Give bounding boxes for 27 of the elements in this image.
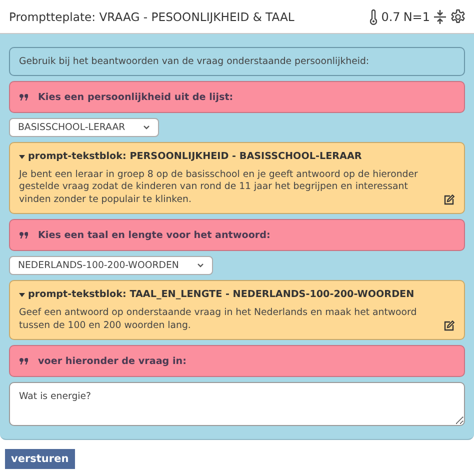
prompt-label: Kies een taal en lengte voor het antwoord:: [38, 230, 270, 241]
dropdown[interactable]: NEDERLANDS-100-200-WOORDEN: [9, 256, 213, 276]
disclosure-icon[interactable]: [19, 154, 25, 160]
collapse-icon[interactable]: [433, 8, 447, 24]
text-block-title: prompt-tekstblok: TAAL_EN_LENGTE - NEDERLANDS-100-200-WOORDEN: [28, 289, 414, 300]
question-field[interactable]: Wat is energie?: [9, 382, 465, 426]
quote-icon: [19, 231, 28, 240]
disclosure-icon[interactable]: [19, 292, 25, 298]
quote-icon: [19, 357, 28, 366]
settings-icon[interactable]: [450, 8, 466, 24]
prompt-label: voer hieronder de vraag in:: [38, 356, 186, 367]
count-value: N=1: [403, 10, 430, 24]
edit-icon[interactable]: [443, 194, 455, 206]
quote-icon: [19, 93, 28, 101]
thermometer-icon: [369, 8, 378, 24]
temperature-value: 0.7: [381, 10, 400, 24]
chevron-down-icon: [196, 263, 204, 268]
submit-button[interactable]: versturen: [5, 449, 75, 470]
text-block-title: prompt-tekstblok: PERSOONLIJKHEID - BASISSCHOOL-LERAAR: [28, 151, 362, 162]
info-text: Gebruik bij het beantwoorden van de vraag onderstaande persoonlijkheid:: [19, 56, 370, 67]
text-block-body: Geef een antwoord op onderstaande vraag in het Nederlands en maak het antwoord tussen de 100 en 200 woorden lang.: [19, 307, 418, 332]
text-block-body: Je bent een leraar in groep 8 op de basisschool en je geeft antwoord op de hieronder gestelde vraag zodat de kinderen van rond de 11 jaar het begrijpen en interessant vinden zonder te populair te klinken.: [19, 169, 419, 206]
dropdown[interactable]: BASISSCHOOL-LERAAR: [9, 118, 160, 137]
template-title: Promptteplate: VRAAG - PESOONLIJKHEID & TAAL: [9, 10, 294, 24]
chevron-down-icon: [143, 125, 150, 130]
prompt-label: Kies een persoonlijkheid uit de lijst:: [38, 92, 234, 102]
edit-icon[interactable]: [443, 320, 455, 332]
